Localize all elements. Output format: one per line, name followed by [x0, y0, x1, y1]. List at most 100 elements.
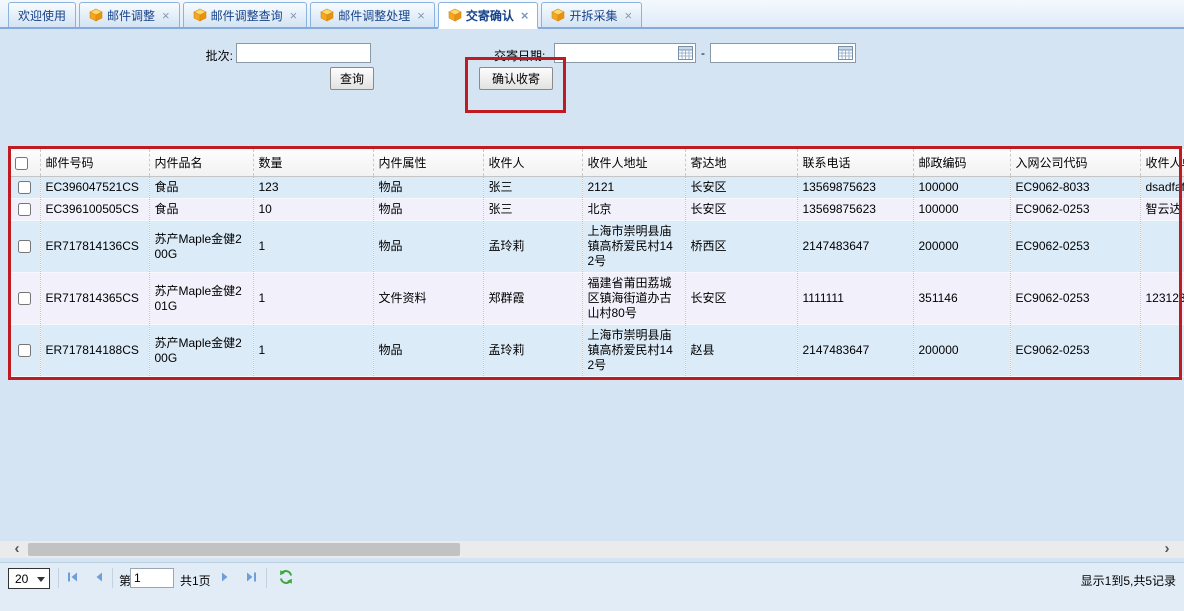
tab-mail-adjust[interactable]: 邮件调整 × [79, 2, 180, 27]
cell: 13569875623 [797, 177, 913, 199]
next-page-icon[interactable] [218, 570, 232, 584]
cell: 桥西区 [685, 221, 797, 273]
last-page-icon[interactable] [244, 570, 258, 584]
tab-label: 开拆采集 [569, 7, 617, 24]
close-icon[interactable]: × [417, 8, 425, 23]
tab-mail-adjust-query[interactable]: 邮件调整查询 × [183, 2, 308, 27]
cell: 苏产Maple金健200G [149, 325, 253, 377]
row-checkbox[interactable] [18, 181, 31, 194]
date-from-input[interactable] [555, 44, 675, 62]
query-button[interactable]: 查询 [330, 67, 374, 90]
scroll-left-icon[interactable]: ‹ [8, 541, 26, 558]
col-postcode: 邮政编码 [913, 149, 1010, 177]
tab-label: 邮件调整查询 [211, 7, 283, 24]
select-all-checkbox[interactable] [15, 157, 28, 170]
table-row[interactable]: EC396100505CS 食品 10 物品 张三 北京 长安区 1356987… [10, 199, 1184, 221]
batch-label: 批次: [197, 47, 233, 64]
cell: 123 [253, 177, 373, 199]
confirm-receipt-button[interactable]: 确认收寄 [479, 67, 553, 90]
cell: 张三 [483, 199, 582, 221]
row-checkbox[interactable] [18, 344, 31, 357]
cell: ER717814188CS [40, 325, 149, 377]
row-checkbox[interactable] [18, 203, 31, 216]
close-icon[interactable]: × [521, 8, 529, 23]
date-to-input[interactable] [711, 44, 835, 62]
tab-label: 邮件调整处理 [338, 7, 410, 24]
cell: 福建省莆田荔城区镇海街道办古山村80号 [582, 273, 685, 325]
cell: EC396100505CS [40, 199, 149, 221]
cell: 食品 [149, 177, 253, 199]
scroll-right-icon[interactable]: › [1158, 541, 1176, 558]
cell: 10 [253, 199, 373, 221]
horizontal-scrollbar[interactable]: ‹ › [0, 541, 1184, 558]
cell: dsadfaf [1140, 177, 1184, 199]
cell: 200000 [913, 325, 1010, 377]
batch-input[interactable] [236, 43, 371, 63]
delivery-date-label: 交寄日期: [494, 47, 545, 64]
table-row[interactable]: EC396047521CS 食品 123 物品 张三 2121 长安区 1356… [10, 177, 1184, 199]
col-recipient-address: 收件人地址 [582, 149, 685, 177]
cell: 200000 [913, 221, 1010, 273]
cell: 100000 [913, 199, 1010, 221]
cell: 文件资料 [373, 273, 483, 325]
date-range-separator: - [701, 46, 705, 60]
col-company-code: 入网公司代码 [1010, 149, 1140, 177]
cell: 张三 [483, 177, 582, 199]
cell: 上海市崇明县庙镇高桥爱民村142号 [582, 325, 685, 377]
pager-bar: 20 第 共1页 显示1到5,共5记录 [0, 562, 1184, 611]
app-root: { "tabs": [ { "label": "欢迎使用", "active":… [0, 0, 1184, 611]
cell: 苏产Maple金健201G [149, 273, 253, 325]
cell: 智云达 [1140, 199, 1184, 221]
cell: 100000 [913, 177, 1010, 199]
cell: EC9062-0253 [1010, 221, 1140, 273]
tab-mail-adjust-process[interactable]: 邮件调整处理 × [310, 2, 435, 27]
calendar-icon[interactable] [838, 46, 853, 60]
package-icon [89, 8, 103, 22]
close-icon[interactable]: × [624, 8, 632, 23]
table-header-row: 邮件号码 内件品名 数量 内件属性 收件人 收件人地址 寄达地 联系电话 邮政编… [10, 149, 1184, 177]
tab-label: 欢迎使用 [18, 7, 66, 24]
tab-delivery-confirm[interactable]: 交寄确认 × [438, 2, 539, 29]
tab-open-collect[interactable]: 开拆采集 × [541, 2, 642, 27]
cell: 1 [253, 273, 373, 325]
cell: 郑群霞 [483, 273, 582, 325]
close-icon[interactable]: × [162, 8, 170, 23]
cell: 苏产Maple金健200G [149, 221, 253, 273]
cell: 孟玲莉 [483, 325, 582, 377]
table-row[interactable]: ER717814188CS 苏产Maple金健200G 1 物品 孟玲莉 上海市… [10, 325, 1184, 377]
records-status: 显示1到5,共5记录 [1081, 572, 1176, 589]
cell: EC9062-8033 [1010, 177, 1140, 199]
tab-label: 交寄确认 [466, 7, 514, 24]
first-page-icon[interactable] [66, 570, 80, 584]
page-size-select[interactable]: 20 [8, 568, 50, 589]
cell: 2121 [582, 177, 685, 199]
page-number-input[interactable] [130, 568, 174, 588]
cell: 1111111 [797, 273, 913, 325]
cell: 物品 [373, 221, 483, 273]
cell: ER717814365CS [40, 273, 149, 325]
row-checkbox[interactable] [18, 240, 31, 253]
refresh-icon[interactable] [278, 569, 294, 585]
col-quantity: 数量 [253, 149, 373, 177]
page-total-label: 共1页 [180, 572, 211, 589]
calendar-icon[interactable] [678, 46, 693, 60]
mail-table: 邮件号码 内件品名 数量 内件属性 收件人 收件人地址 寄达地 联系电话 邮政编… [10, 149, 1184, 377]
row-checkbox[interactable] [18, 292, 31, 305]
date-to-field [710, 43, 856, 63]
col-recipient-unit: 收件人单 [1140, 149, 1184, 177]
scrollbar-thumb[interactable] [28, 543, 460, 556]
cell: 2147483647 [797, 325, 913, 377]
table-row[interactable]: ER717814136CS 苏产Maple金健200G 1 物品 孟玲莉 上海市… [10, 221, 1184, 273]
cell: 孟玲莉 [483, 221, 582, 273]
cell: 长安区 [685, 177, 797, 199]
cell: 上海市崇明县庙镇高桥爱民村142号 [582, 221, 685, 273]
close-icon[interactable]: × [290, 8, 298, 23]
prev-page-icon[interactable] [92, 570, 106, 584]
col-content-attr: 内件属性 [373, 149, 483, 177]
cell: EC396047521CS [40, 177, 149, 199]
cell: 长安区 [685, 199, 797, 221]
table-row[interactable]: ER717814365CS 苏产Maple金健201G 1 文件资料 郑群霞 福… [10, 273, 1184, 325]
tab-welcome[interactable]: 欢迎使用 [8, 2, 76, 27]
package-icon [320, 8, 334, 22]
cell: EC9062-0253 [1010, 273, 1140, 325]
